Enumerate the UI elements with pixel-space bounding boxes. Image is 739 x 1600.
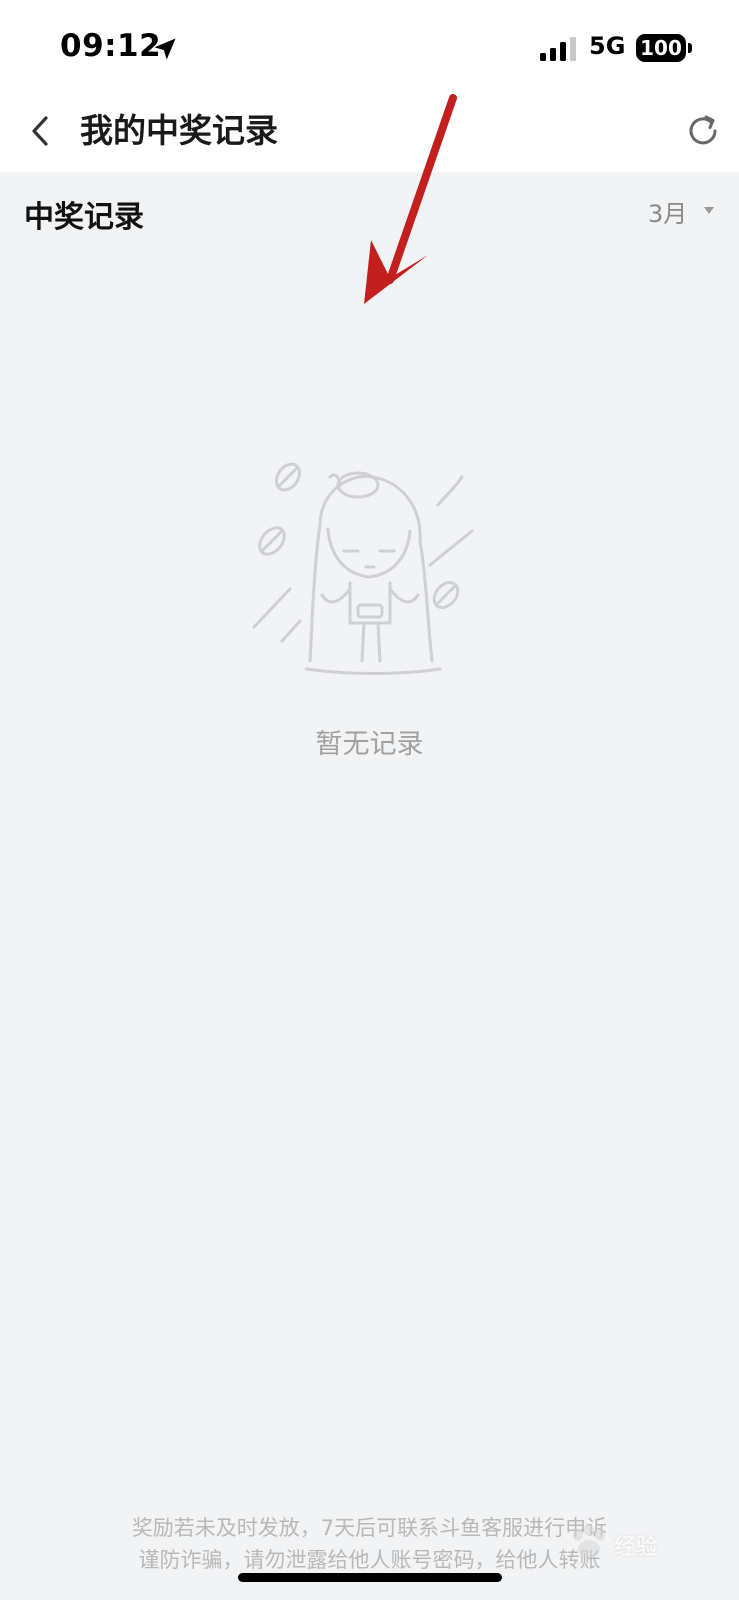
signal-bars-icon (540, 37, 576, 61)
page-title: 我的中奖记录 (80, 111, 278, 150)
status-time: 09:12 (60, 28, 162, 64)
battery-level: 100 (640, 36, 682, 60)
watermark: 经验 (568, 1515, 708, 1575)
empty-character-illustration (252, 462, 474, 675)
watermark-text: 经验 (614, 1535, 659, 1560)
empty-state-text: 暂无记录 (315, 729, 424, 760)
battery-cap (688, 43, 692, 53)
battery-icon: 100 (636, 34, 686, 62)
section-title: 中奖记录 (24, 200, 144, 235)
home-indicator[interactable] (238, 1573, 502, 1582)
paw-logo-icon (573, 1524, 605, 1558)
caret-down-icon (704, 207, 714, 214)
network-type: 5G (589, 32, 626, 60)
month-selector[interactable]: 3月 (648, 192, 728, 232)
month-value: 3月 (648, 200, 688, 228)
refresh-icon[interactable] (682, 110, 724, 152)
chevron-left-icon[interactable] (22, 108, 62, 154)
location-arrow-icon (154, 38, 176, 60)
status-bar: 09:12 5G 100 (0, 0, 739, 90)
annotation-arrow (364, 94, 457, 304)
